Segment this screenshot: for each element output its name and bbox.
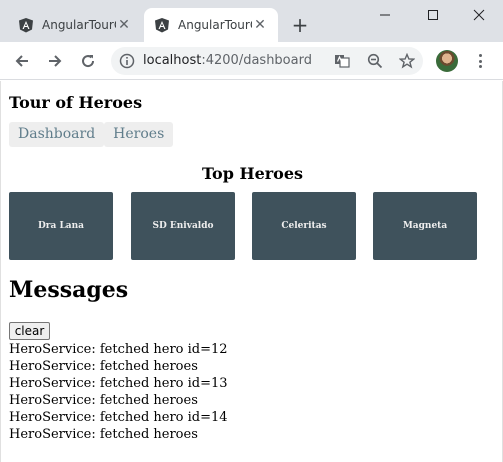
info-icon[interactable] xyxy=(119,53,135,69)
star-icon xyxy=(399,53,415,69)
browser-titlebar: AngularTourOfHeroes ✕ AngularTourOfHeroe… xyxy=(0,0,503,42)
zoom-out-icon xyxy=(367,53,383,69)
menu-dot-icon xyxy=(478,54,482,57)
message-item: HeroService: fetched heroes xyxy=(9,393,198,408)
app-title: Tour of Heroes xyxy=(9,93,143,112)
hero-card[interactable]: SD Enivaldo xyxy=(131,192,235,260)
close-icon xyxy=(473,9,485,21)
arrow-left-icon xyxy=(15,55,28,67)
translate-button[interactable] xyxy=(333,52,351,70)
message-item: HeroService: fetched heroes xyxy=(9,359,198,374)
new-tab-button[interactable]: + xyxy=(290,13,310,37)
minimize-icon xyxy=(380,14,390,16)
close-window-button[interactable] xyxy=(456,0,502,30)
url-text[interactable]: localhost:4200/dashboard xyxy=(143,53,312,68)
reload-button[interactable] xyxy=(76,49,100,73)
browser-menu-button[interactable] xyxy=(472,51,488,71)
browser-toolbar: localhost:4200/dashboard xyxy=(0,42,503,80)
zoom-button[interactable] xyxy=(366,52,384,70)
minimize-button[interactable] xyxy=(362,0,408,30)
message-item: HeroService: fetched hero id=14 xyxy=(9,410,228,425)
nav-link-dashboard[interactable]: Dashboard xyxy=(9,122,105,147)
browser-tab-2[interactable]: AngularTourOfHeroes ✕ xyxy=(144,8,278,42)
tab-close-icon[interactable]: ✕ xyxy=(252,17,268,33)
message-item: HeroService: fetched hero id=13 xyxy=(9,376,228,391)
hero-card[interactable]: Celeritas xyxy=(252,192,356,260)
angular-favicon-icon xyxy=(19,18,33,33)
maximize-button[interactable] xyxy=(410,0,456,30)
angular-favicon-icon xyxy=(155,18,169,33)
arrow-right-icon xyxy=(49,55,62,67)
message-list: HeroService: fetched hero id=12 HeroServ… xyxy=(9,341,228,443)
hero-card[interactable]: Magneta xyxy=(373,192,477,260)
page-content: Tour of Heroes Dashboard Heroes Top Hero… xyxy=(0,81,503,462)
tab-title: AngularTourOfHeroes xyxy=(178,18,252,32)
browser-tab-1[interactable]: AngularTourOfHeroes ✕ xyxy=(8,8,142,42)
maximize-icon xyxy=(428,10,438,20)
top-heroes-title: Top Heroes xyxy=(201,164,304,183)
message-item: HeroService: fetched heroes xyxy=(9,427,198,442)
reload-icon xyxy=(82,55,95,68)
menu-dot-icon xyxy=(478,65,482,68)
url-host: localhost xyxy=(143,53,202,68)
nav-link-heroes[interactable]: Heroes xyxy=(104,122,174,147)
app-nav: Dashboard Heroes xyxy=(9,122,174,147)
back-button[interactable] xyxy=(10,49,34,73)
clear-messages-button[interactable]: clear xyxy=(9,322,50,340)
tab-close-icon[interactable]: ✕ xyxy=(116,17,132,33)
profile-avatar[interactable] xyxy=(436,50,458,72)
forward-button[interactable] xyxy=(43,49,67,73)
hero-card[interactable]: Dra Lana xyxy=(9,192,113,260)
tab-title: AngularTourOfHeroes xyxy=(42,18,116,32)
menu-dot-icon xyxy=(478,59,482,63)
message-item: HeroService: fetched hero id=12 xyxy=(9,342,228,357)
messages-title: Messages xyxy=(9,277,129,303)
translate-icon xyxy=(335,55,350,68)
url-path: :4200/dashboard xyxy=(201,53,312,68)
bookmark-button[interactable] xyxy=(398,52,416,70)
